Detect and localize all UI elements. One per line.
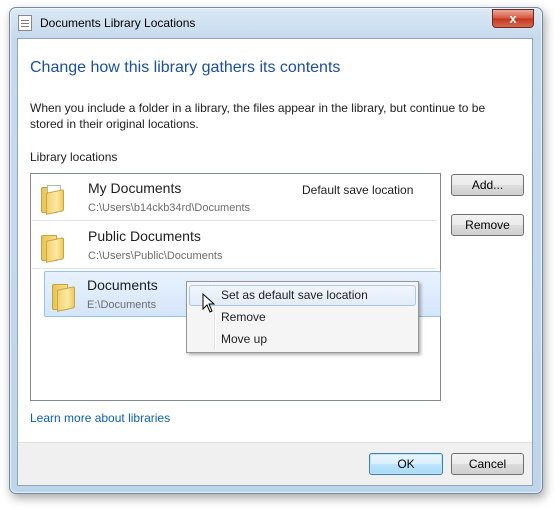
default-save-location-label: Default save location [302,183,414,197]
location-path: C:\Users\Public\Documents [88,250,223,262]
menu-item-set-default[interactable]: Set as default save location [189,285,416,306]
window-title: Documents Library Locations [40,16,196,30]
description-text: When you include a folder in a library, … [30,101,486,131]
location-item-public-documents[interactable]: Public Documents C:\Users\Public\Documen… [32,223,437,269]
location-name: Public Documents [88,228,201,244]
location-name: Documents [87,277,158,293]
location-item-my-documents[interactable]: My Documents C:\Users\b14ckb34rd\Documen… [32,175,437,221]
menu-item-remove[interactable]: Remove [189,307,416,328]
folder-icon [41,233,65,263]
document-icon [18,15,32,31]
location-path: E:\Documents [87,299,157,311]
button-bar: OK Cancel [18,442,532,485]
title-bar[interactable]: Documents Library Locations x [10,8,542,38]
location-name: My Documents [88,180,182,196]
menu-item-move-up[interactable]: Move up [189,329,416,350]
context-menu: Set as default save location Remove Move… [186,281,419,353]
remove-button[interactable]: Remove [451,214,524,236]
cancel-button[interactable]: Cancel [451,453,524,475]
library-locations-label: Library locations [30,150,118,164]
dialog-content: Change how this library gathers its cont… [17,38,533,486]
folder-icon [52,282,76,312]
add-button[interactable]: Add... [451,174,524,196]
mouse-pointer-icon [202,293,216,313]
location-path: C:\Users\b14ckb34rd\Documents [88,202,251,214]
learn-more-link[interactable]: Learn more about libraries [30,411,170,425]
page-title: Change how this library gathers its cont… [30,59,341,76]
close-button[interactable]: x [492,9,534,28]
ok-button[interactable]: OK [369,453,443,475]
library-locations-dialog: Documents Library Locations x Change how… [9,7,543,494]
documents-folder-icon [41,185,65,215]
